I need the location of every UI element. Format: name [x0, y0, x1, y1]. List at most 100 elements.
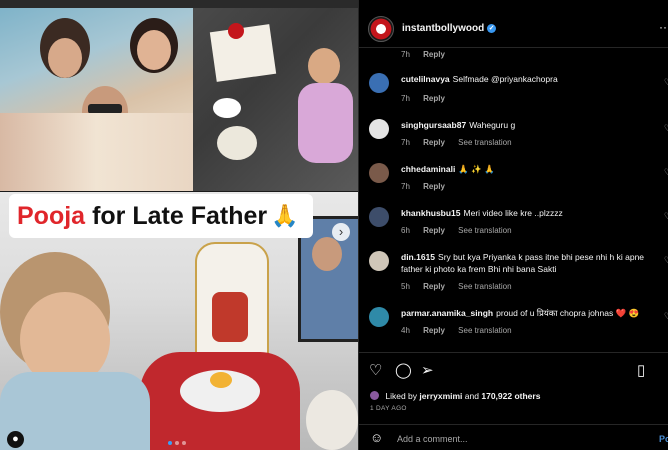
- reply-button[interactable]: Reply: [423, 50, 445, 59]
- comment-meta: 5h Reply See translation: [401, 282, 523, 291]
- idol: [212, 292, 248, 342]
- likes-count[interactable]: 170,922 others: [481, 391, 540, 401]
- woman-face: [48, 38, 82, 78]
- save-bookmark-icon[interactable]: ▯: [637, 361, 645, 379]
- portrait-face: [312, 237, 342, 271]
- like-comment-icon[interactable]: ♡: [664, 77, 668, 88]
- commenter-avatar[interactable]: [369, 73, 389, 93]
- post-media[interactable]: Pooja for Late Father 🙏 › ●: [0, 0, 358, 450]
- comment-body: chhedaminali 🙏 ✨ 🙏: [401, 163, 663, 175]
- account-name[interactable]: instantbollywood ✓: [402, 23, 497, 34]
- comment-time: 4h: [401, 326, 410, 335]
- comment-body: singhgursaab87 Waheguru g: [401, 119, 663, 131]
- flowers: [228, 23, 244, 39]
- mother-face: [137, 30, 171, 70]
- reply-button[interactable]: Reply: [423, 94, 445, 103]
- previous-comment-meta: 7h Reply: [401, 50, 456, 59]
- comment-meta: 4h Reply See translation: [401, 326, 523, 335]
- like-comment-icon[interactable]: ♡: [664, 211, 668, 222]
- family-photo: [0, 8, 193, 191]
- carousel-dot: [168, 441, 172, 445]
- commenter-username[interactable]: parmar.anamika_singh: [401, 308, 493, 318]
- comment-time: 7h: [401, 94, 410, 103]
- like-heart-icon[interactable]: ♡: [369, 361, 382, 379]
- post-date: 1 DAY AGO: [370, 405, 407, 412]
- bowl: [213, 98, 241, 118]
- post-details-panel: instantbollywood✓ ··· 7h Reply cutelilna…: [358, 0, 668, 450]
- liker-username[interactable]: jerryxmimi: [419, 391, 462, 401]
- comment-body: khankhusbu15 Meri video like kre ..plzzzz: [401, 207, 663, 219]
- comment-time: 7h: [401, 50, 410, 59]
- see-translation-link[interactable]: See translation: [458, 326, 511, 335]
- share-send-icon[interactable]: ➢: [421, 361, 434, 379]
- post-actions: ♡ ◯ ➢ ▯ Liked by jerryxmimi and 170,922 …: [359, 352, 668, 420]
- top-strip: [0, 0, 358, 8]
- account-avatar[interactable]: [368, 16, 394, 42]
- commenter-avatar[interactable]: [369, 119, 389, 139]
- like-comment-icon[interactable]: ♡: [664, 255, 668, 266]
- diya-flame: [210, 372, 232, 388]
- reply-button[interactable]: Reply: [423, 326, 445, 335]
- round-cushion: [306, 390, 358, 450]
- commenter-avatar[interactable]: [369, 251, 389, 271]
- reply-button[interactable]: Reply: [423, 138, 445, 147]
- emoji-icon[interactable]: ☺: [370, 430, 383, 445]
- commenter-username[interactable]: chhedaminali: [401, 164, 455, 174]
- comment-meta: 7h Reply: [401, 94, 456, 103]
- reply-button[interactable]: Reply: [423, 282, 445, 291]
- caption-text: for Late Father: [92, 201, 268, 230]
- post-header: instantbollywood✓ ···: [359, 8, 668, 48]
- baby-floor-photo: [193, 8, 358, 191]
- post-comment-button[interactable]: Po: [659, 434, 668, 444]
- praying-hands-emoji: 🙏: [271, 203, 299, 228]
- comment-text: Selfmade @priyankachopra: [452, 74, 558, 84]
- comment-text: Sry but kya Priyanka k pass itne bhi pes…: [401, 252, 645, 274]
- commenter-username[interactable]: singhgursaab87: [401, 120, 466, 130]
- caption-highlight: Pooja: [17, 201, 86, 230]
- reply-button[interactable]: Reply: [423, 226, 445, 235]
- like-comment-icon[interactable]: ♡: [664, 123, 668, 134]
- account-username[interactable]: instantbollywood: [402, 23, 484, 34]
- carousel-next-icon[interactable]: ›: [332, 223, 350, 241]
- commenter-avatar[interactable]: [369, 307, 389, 327]
- comment-text: Waheguru g: [469, 120, 516, 130]
- carousel-dot: [182, 441, 186, 445]
- liked-by-middle: and: [464, 391, 479, 401]
- comment-time: 7h: [401, 182, 410, 191]
- like-comment-icon[interactable]: ♡: [664, 311, 668, 322]
- verified-badge-icon: ✓: [487, 24, 497, 33]
- liker-avatar[interactable]: [370, 391, 379, 400]
- tagged-user-icon[interactable]: ●: [7, 431, 24, 448]
- commenter-avatar[interactable]: [369, 207, 389, 227]
- commenter-avatar[interactable]: [369, 163, 389, 183]
- comment-time: 5h: [401, 282, 410, 291]
- comment-meta: 7h Reply See translation: [401, 138, 523, 147]
- liked-by-row: Liked by jerryxmimi and 170,922 others: [370, 391, 540, 401]
- comments-list: 7h Reply cutelilnavya Selfmade @priyankac…: [359, 48, 668, 348]
- commenter-username[interactable]: khankhusbu15: [401, 208, 461, 218]
- commenter-username[interactable]: din.1615: [401, 252, 435, 262]
- more-options-icon[interactable]: ···: [659, 20, 668, 34]
- see-translation-link[interactable]: See translation: [458, 226, 511, 235]
- see-translation-link[interactable]: See translation: [458, 138, 511, 147]
- comment-input[interactable]: [395, 430, 639, 448]
- see-translation-link[interactable]: See translation: [458, 282, 511, 291]
- baby-head: [308, 48, 340, 84]
- comment-body: parmar.anamika_singh proud of u प्रियंका …: [401, 307, 663, 319]
- liked-by-prefix: Liked by: [385, 391, 418, 401]
- comment-text: 🙏 ✨ 🙏: [458, 164, 495, 174]
- like-comment-icon[interactable]: ♡: [664, 167, 668, 178]
- commenter-username[interactable]: cutelilnavya: [401, 74, 450, 84]
- carousel-dot: [175, 441, 179, 445]
- comment-meta: 7h Reply: [401, 182, 456, 191]
- comment-time: 6h: [401, 226, 410, 235]
- reply-button[interactable]: Reply: [423, 182, 445, 191]
- plate: [217, 126, 257, 160]
- comment-text: proud of u प्रियंका chopra johnas ❤️ 😍: [496, 308, 640, 318]
- comment-bubble-icon[interactable]: ◯: [395, 361, 412, 379]
- comment-body: cutelilnavya Selfmade @priyankachopra: [401, 73, 663, 85]
- comment-meta: 6h Reply See translation: [401, 226, 523, 235]
- baby-dress: [298, 83, 353, 163]
- comment-text: Meri video like kre ..plzzzz: [463, 208, 563, 218]
- carousel-dots: [168, 441, 186, 445]
